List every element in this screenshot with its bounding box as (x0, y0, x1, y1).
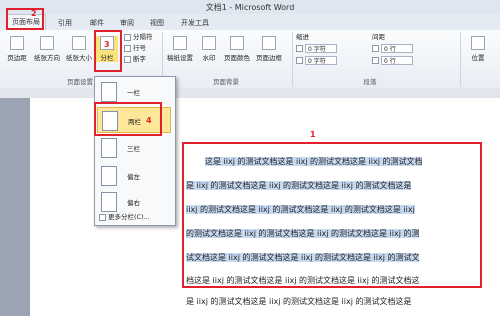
watermark-icon (202, 36, 216, 50)
group-separator (292, 32, 293, 86)
indent-left-icon (296, 45, 303, 52)
menu-item-left[interactable]: 偏左 (97, 163, 171, 189)
annotation-number-3: 3 (104, 40, 110, 49)
ribbon: 页边距 纸张方向 纸张大小 分栏 分隔符 行号 断字 页面设置 稿纸设置 水印 … (0, 30, 500, 89)
page-borders-icon (262, 36, 276, 50)
annotation-number-1: 1 (310, 130, 316, 139)
tab-references[interactable]: 引用 (54, 16, 76, 30)
more-columns-button[interactable]: 更多分栏(C)... (99, 213, 150, 222)
spacing-after-row: 0 行 (372, 56, 413, 65)
margins-button[interactable]: 页边距 (4, 36, 30, 62)
menu-item-right[interactable]: 偏右 (97, 189, 171, 215)
breaks-icon (124, 33, 131, 41)
tab-view[interactable]: 视图 (146, 16, 168, 30)
page-borders-button[interactable]: 页面边框 (254, 36, 284, 62)
spacing-after-field[interactable]: 0 行 (381, 56, 413, 65)
indent-left-row: 0 字符 (296, 44, 337, 53)
indent-right-row: 0 字符 (296, 56, 337, 65)
columns-dropdown-menu: 一栏 两栏 三栏 偏左 偏右 更多分栏(C)... (94, 76, 176, 226)
columns-settings-icon (99, 213, 106, 221)
page-color-icon (230, 36, 244, 50)
orientation-button[interactable]: 纸张方向 (32, 36, 62, 62)
annotation-number-4: 4 (146, 116, 152, 125)
indent-left-field[interactable]: 0 字符 (305, 44, 337, 53)
manuscript-settings-button[interactable]: 稿纸设置 (166, 36, 194, 62)
annotation-box-columns (94, 30, 122, 72)
line-numbers-button[interactable]: 行号 (124, 44, 146, 53)
manuscript-icon (173, 36, 187, 50)
spacing-title: 间距 (372, 33, 385, 41)
left-column-icon (101, 166, 117, 186)
line-numbers-icon (124, 44, 131, 52)
spacing-after-icon (372, 57, 379, 64)
page-color-button[interactable]: 页面颜色 (222, 36, 252, 62)
paragraph-group-label: 段落 (363, 78, 377, 86)
spacing-before-icon (372, 45, 379, 52)
three-columns-icon (101, 138, 117, 158)
hyphenation-button[interactable]: 断字 (124, 55, 146, 64)
group-separator (460, 32, 461, 86)
window-title: 文档1 - Microsoft Word (205, 3, 295, 12)
annotation-box-page-layout (6, 8, 44, 30)
watermark-button[interactable]: 水印 (198, 36, 220, 62)
indent-title: 缩进 (296, 33, 309, 41)
annotation-box-document (182, 142, 482, 288)
spacing-before-field[interactable]: 0 行 (381, 44, 413, 53)
position-icon (471, 36, 485, 50)
page-background-group-label: 页面背景 (213, 78, 239, 86)
position-button[interactable]: 位置 (466, 36, 490, 62)
spacing-before-row: 0 行 (372, 44, 413, 53)
one-column-icon (101, 82, 117, 102)
hyphenation-icon (124, 55, 131, 63)
breaks-button[interactable]: 分隔符 (124, 33, 153, 42)
menu-item-three-columns[interactable]: 三栏 (97, 135, 171, 161)
indent-right-field[interactable]: 0 字符 (305, 56, 337, 65)
text-line[interactable]: 是 iixj 的测试文档这是 iixj 的测试文档这是 iixj 的测试文档这是 (186, 296, 411, 307)
annotation-number-2: 2 (31, 9, 37, 18)
paper-size-icon (72, 36, 86, 50)
size-button[interactable]: 纸张大小 (64, 36, 94, 62)
title-bar: 文档1 - Microsoft Word (0, 0, 500, 15)
margins-icon (10, 36, 24, 50)
right-column-icon (101, 192, 117, 212)
orientation-icon (40, 36, 54, 50)
ribbon-tab-bar: 页面布局 引用 邮件 审阅 视图 开发工具 (0, 14, 500, 31)
tab-developer[interactable]: 开发工具 (178, 16, 212, 30)
tab-review[interactable]: 审阅 (116, 16, 138, 30)
indent-right-icon (296, 57, 303, 64)
tab-mailings[interactable]: 邮件 (86, 16, 108, 30)
